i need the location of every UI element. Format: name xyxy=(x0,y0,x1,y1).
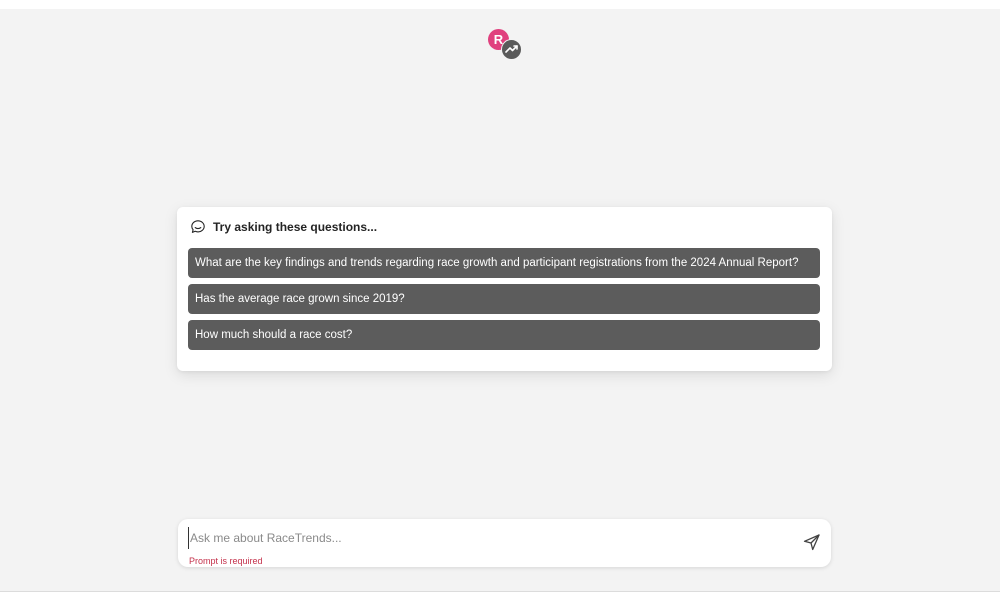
suggested-question-button[interactable]: What are the key findings and trends reg… xyxy=(188,248,820,278)
prompt-error-message: Prompt is required xyxy=(189,556,263,566)
app-logo: R xyxy=(488,29,522,61)
suggested-questions-card: Try asking these questions... What are t… xyxy=(177,207,832,371)
suggested-questions-header: Try asking these questions... xyxy=(190,219,377,235)
trending-up-icon xyxy=(501,39,522,60)
suggested-question-button[interactable]: Has the average race grown since 2019? xyxy=(188,284,820,314)
chat-bubble-icon xyxy=(191,220,205,233)
prompt-box: Prompt is required xyxy=(178,519,831,567)
app-window: R Try asking these questions... What are… xyxy=(0,9,1000,592)
suggested-question-button[interactable]: How much should a race cost? xyxy=(188,320,820,350)
suggested-questions-title: Try asking these questions... xyxy=(213,220,378,234)
prompt-input[interactable] xyxy=(188,527,782,549)
send-icon xyxy=(803,534,820,551)
send-button[interactable] xyxy=(802,532,822,552)
